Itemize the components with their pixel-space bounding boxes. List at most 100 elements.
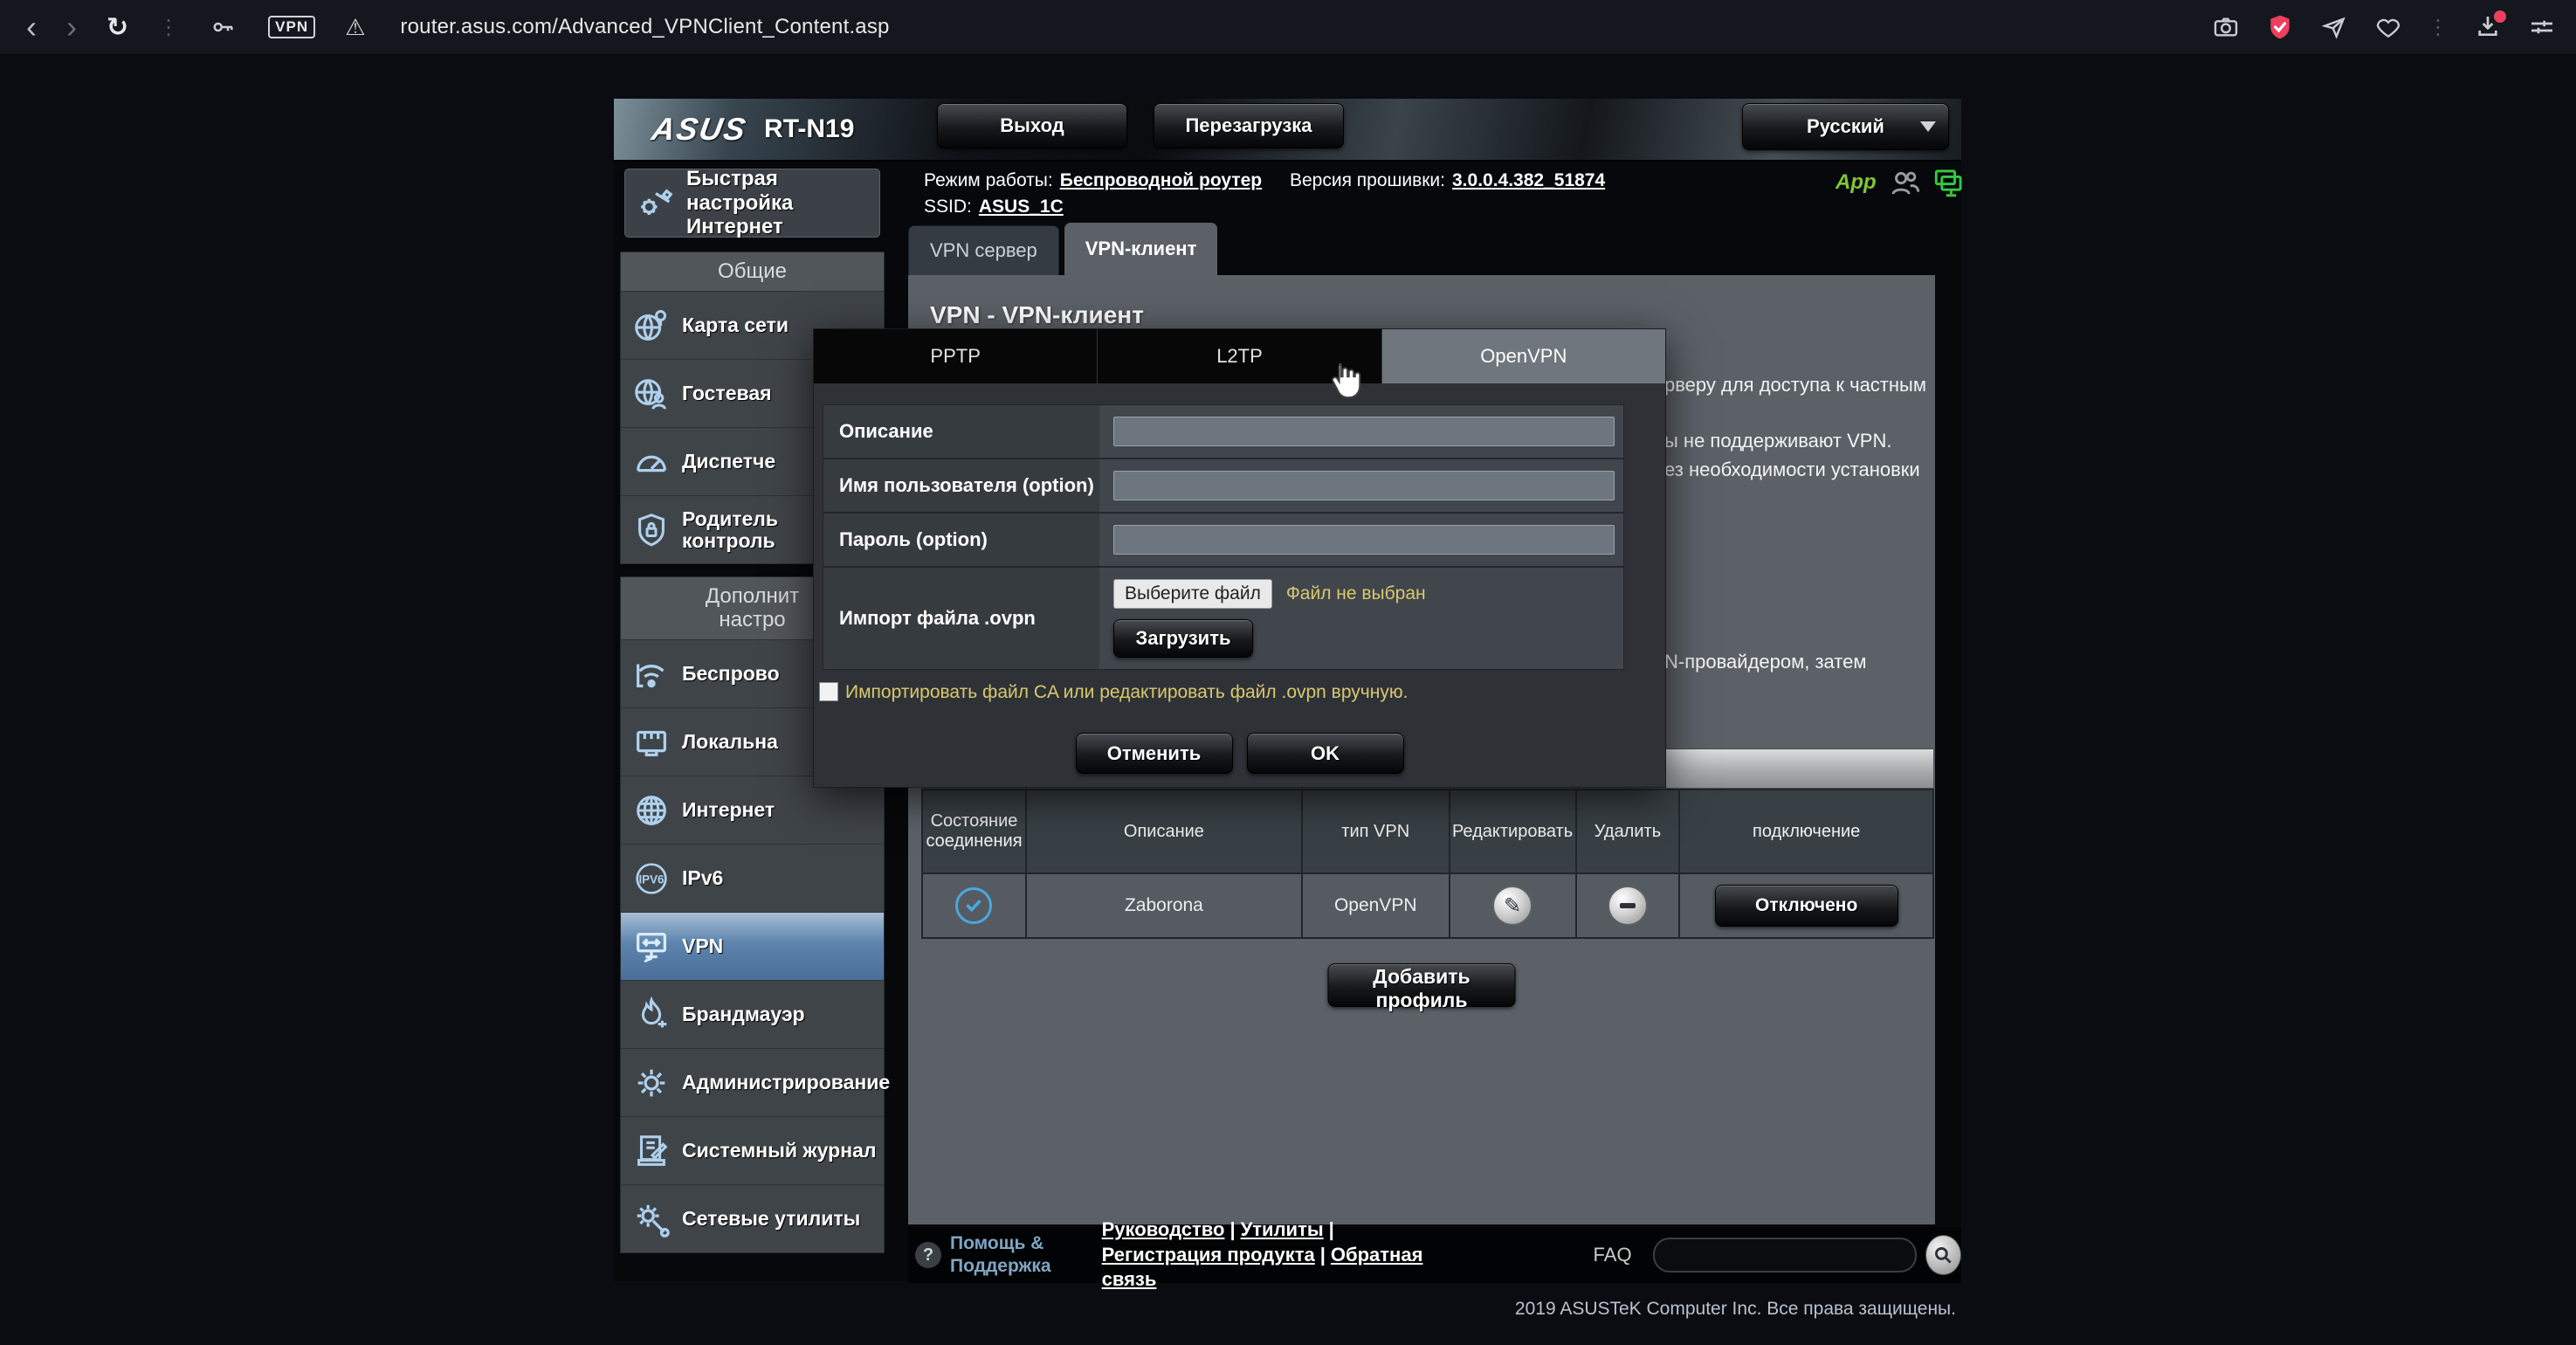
forward-icon[interactable]: › (66, 11, 77, 43)
sidebar-item-system-log[interactable]: Системный журнал (621, 1116, 884, 1184)
app-link[interactable]: App (1836, 170, 1877, 195)
faq-search-input[interactable] (1653, 1238, 1917, 1273)
sidebar-item-vpn[interactable]: VPN (621, 912, 884, 980)
description-fragment: ез необходимости установки (1664, 459, 1935, 481)
sidebar-item-administration[interactable]: Администрирование (621, 1048, 884, 1116)
toolbar-separator: ⋮ (158, 15, 179, 40)
header-banner: ASUS RT-N19 Выход Перезагрузка Русский (614, 99, 1961, 162)
sidebar-item-firewall[interactable]: Брандмауэр (621, 980, 884, 1048)
cancel-button[interactable]: Отменить (1076, 733, 1233, 774)
quick-setup-label: Быстрая настройка Интернет (686, 167, 852, 239)
sidebar-item-ipv6[interactable]: IPV6 IPv6 (621, 844, 884, 912)
asus-logo: ASUS (649, 111, 749, 148)
back-icon[interactable]: ‹ (26, 11, 37, 43)
language-select[interactable]: Русский (1742, 103, 1949, 150)
col-connect: подключение (1679, 790, 1933, 873)
sidebar-item-label: VPN (682, 935, 723, 957)
model-name: RT-N19 (764, 114, 854, 144)
dialog-tab-l2tp[interactable]: L2TP (1098, 329, 1381, 383)
add-profile-button[interactable]: Добавить профиль (1328, 963, 1516, 1007)
choose-file-button[interactable]: Выберите файл (1113, 579, 1272, 609)
flame-icon (621, 995, 682, 1035)
ssid-label: SSID: (924, 197, 972, 217)
tab-vpn-server[interactable]: VPN сервер (908, 225, 1059, 275)
link-utilities[interactable]: Утилиты (1241, 1218, 1324, 1240)
icons-separator: ⋮ (2428, 15, 2449, 40)
ssid-value[interactable]: ASUS_1C (979, 197, 1064, 217)
col-delete: Удалить (1576, 790, 1680, 873)
sidebar-item-label: Системный журнал (682, 1140, 877, 1162)
sidebar-item-label: IPv6 (682, 867, 723, 889)
send-icon[interactable] (2319, 12, 2349, 42)
password-input[interactable] (1113, 525, 1615, 555)
tab-vpn-client[interactable]: VPN-клиент (1064, 223, 1218, 275)
upload-button[interactable]: Загрузить (1113, 619, 1253, 658)
footer-links: Руководство|Утилиты|Регистрация продукта… (1102, 1217, 1428, 1293)
description-fragment: N-провайдером, затем (1664, 651, 1935, 673)
sidebar-item-label: Администрирование (682, 1072, 890, 1093)
download-badge (2494, 10, 2506, 23)
delete-cell (1576, 873, 1680, 938)
search-icon[interactable] (1925, 1235, 1961, 1275)
profile-vpn-type: OpenVPN (1302, 873, 1450, 938)
check-circle-icon (955, 887, 992, 924)
edit-cell: ✎ (1450, 873, 1576, 938)
firmware-value[interactable]: 3.0.0.4.382_51874 (1452, 170, 1605, 190)
dialog-tabs: PPTP L2TP OpenVPN (814, 329, 1665, 383)
download-icon[interactable] (2473, 12, 2503, 42)
dialog-tab-openvpn[interactable]: OpenVPN (1382, 329, 1665, 383)
description-fragment: ы не поддерживают VPN. (1664, 430, 1935, 452)
vpn-profiles-table: Состояние соединения Описание тип VPN Ре… (921, 789, 1934, 939)
camera-icon[interactable] (2211, 12, 2241, 42)
language-value: Русский (1807, 115, 1884, 138)
address-bar[interactable]: router.asus.com/Advanced_VPNClient_Conte… (400, 15, 889, 39)
mode-value[interactable]: Беспроводной роутер (1060, 170, 1262, 190)
connection-toggle-button[interactable]: Отключено (1715, 885, 1898, 927)
firmware-label: Версия прошивки: (1290, 170, 1445, 190)
wifi-icon (621, 654, 682, 694)
log-document-icon (621, 1131, 682, 1171)
sidebar-item-label: Беспрово (682, 663, 780, 685)
key-icon[interactable] (209, 12, 238, 42)
delete-minus-icon[interactable] (1608, 886, 1648, 926)
section-title-general: Общие (621, 252, 884, 291)
logout-button[interactable]: Выход (937, 103, 1127, 148)
description-input[interactable] (1113, 417, 1615, 446)
connect-cell: Отключено (1679, 873, 1933, 938)
import-label: Импорт файла .ovpn (823, 568, 1099, 669)
reboot-button[interactable]: Перезагрузка (1154, 103, 1344, 148)
form-row-password: Пароль (option) (823, 514, 1623, 568)
vpn-badge[interactable]: VPN (268, 16, 315, 38)
ok-button[interactable]: OK (1247, 733, 1404, 774)
col-connection-state: Состояние соединения (922, 790, 1026, 873)
table-header-row: Состояние соединения Описание тип VPN Ре… (922, 790, 1933, 873)
link-manual[interactable]: Руководство (1102, 1218, 1225, 1240)
dialog-actions: Отменить OK (814, 733, 1665, 774)
connection-state-cell (922, 873, 1026, 938)
edit-pencil-icon[interactable]: ✎ (1492, 886, 1533, 926)
mode-label: Режим работы: (924, 170, 1053, 190)
reload-icon[interactable]: ↻ (107, 12, 128, 43)
dialog-tab-pptp[interactable]: PPTP (814, 329, 1098, 383)
globe-icon (621, 790, 682, 831)
sidebar-item-label: Брандмауэр (682, 1004, 805, 1025)
username-input[interactable] (1113, 471, 1615, 500)
sidebar-item-network-tools[interactable]: Сетевые утилиты (621, 1184, 884, 1252)
quick-setup-button[interactable]: Быстрая настройка Интернет (624, 169, 880, 238)
ipv6-icon: IPV6 (621, 859, 682, 899)
link-product-registration[interactable]: Регистрация продукта (1102, 1244, 1315, 1266)
devices-icon[interactable] (1932, 167, 1966, 198)
clients-icon[interactable] (1888, 167, 1923, 198)
table-row: Zaborona OpenVPN ✎ Отключено (922, 873, 1933, 938)
help-question-icon: ? (915, 1242, 941, 1268)
warning-icon[interactable]: ⚠ (345, 14, 365, 41)
shield-check-icon[interactable] (2265, 12, 2295, 42)
heart-icon[interactable] (2373, 12, 2403, 42)
vpn-monitor-icon (621, 927, 682, 967)
sidebar-item-label: Карта сети (682, 314, 789, 336)
sliders-icon[interactable] (2527, 12, 2557, 42)
vpn-client-dialog: PPTP L2TP OpenVPN Описание Имя пользоват… (813, 328, 1666, 788)
profile-description: Zaborona (1026, 873, 1302, 938)
gear-icon (621, 1063, 682, 1103)
import-ca-checkbox[interactable] (819, 682, 838, 701)
